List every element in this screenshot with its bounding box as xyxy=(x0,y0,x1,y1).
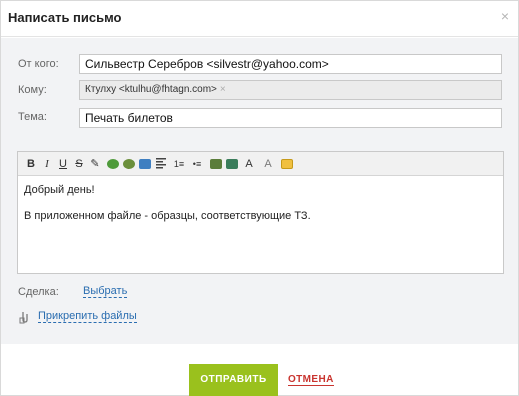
message-body[interactable]: Добрый день! В приложенном файле - образ… xyxy=(24,183,494,235)
message-paragraph: В приложенном файле - образцы, соответст… xyxy=(24,210,311,222)
remove-recipient-icon[interactable]: × xyxy=(220,84,226,95)
recipient-token-label: Ктулху <ktulhu@fhtagn.com> xyxy=(85,84,217,95)
strikethrough-button[interactable]: S xyxy=(72,157,86,171)
italic-button[interactable]: I xyxy=(40,157,54,171)
bold-button[interactable]: B xyxy=(24,157,38,171)
dialog-title: Написать письмо xyxy=(8,10,122,25)
eraser-icon[interactable]: ✎ xyxy=(88,157,102,171)
dialog-titlebar: Написать письмо × xyxy=(1,1,518,37)
subject-field[interactable]: Печать билетов xyxy=(79,108,502,128)
font-color-button[interactable]: A xyxy=(261,157,275,171)
source-code-icon[interactable] xyxy=(280,157,294,171)
insert-link-icon[interactable] xyxy=(106,157,120,171)
choose-deal-link[interactable]: Выбрать xyxy=(83,285,128,298)
to-label: Кому: xyxy=(18,84,47,96)
paperclip-icon xyxy=(19,310,33,324)
dialog-footer: ОТПРАВИТЬ ОТМЕНА xyxy=(1,344,518,396)
close-icon[interactable]: × xyxy=(499,9,511,23)
remove-link-icon[interactable] xyxy=(122,157,136,171)
deal-label: Сделка: xyxy=(18,286,59,298)
editor-toolbar: B I U S ✎ 1≡ •≡ A A xyxy=(18,152,503,176)
compose-form: От кого: Сильвестр Серебров <silvestr@ya… xyxy=(1,38,518,344)
message-paragraph: Добрый день! xyxy=(24,184,95,196)
attach-files-link[interactable]: Прикрепить файлы xyxy=(38,310,137,323)
subject-label: Тема: xyxy=(18,111,47,123)
send-button[interactable]: ОТПРАВИТЬ xyxy=(189,364,278,396)
bulleted-list-icon[interactable]: •≡ xyxy=(190,157,204,171)
insert-image-icon[interactable] xyxy=(138,157,152,171)
recipient-token: Ктулху <ktulhu@fhtagn.com> × xyxy=(85,84,226,95)
message-editor: B I U S ✎ 1≡ •≡ A A Добрый день! В прило… xyxy=(17,151,504,274)
font-size-button[interactable]: A xyxy=(242,157,256,171)
numbered-list-icon[interactable]: 1≡ xyxy=(172,157,186,171)
insert-media-icon[interactable] xyxy=(225,157,239,171)
to-field[interactable]: Ктулху <ktulhu@fhtagn.com> × xyxy=(79,80,502,100)
align-icon[interactable] xyxy=(155,157,169,171)
from-field[interactable]: Сильвестр Серебров <silvestr@yahoo.com> xyxy=(79,54,502,74)
cancel-button[interactable]: ОТМЕНА xyxy=(288,374,334,386)
underline-button[interactable]: U xyxy=(56,157,70,171)
from-label: От кого: xyxy=(18,58,59,70)
compose-dialog: Написать письмо × От кого: Сильвестр Сер… xyxy=(0,0,519,396)
insert-table-icon[interactable] xyxy=(209,157,223,171)
